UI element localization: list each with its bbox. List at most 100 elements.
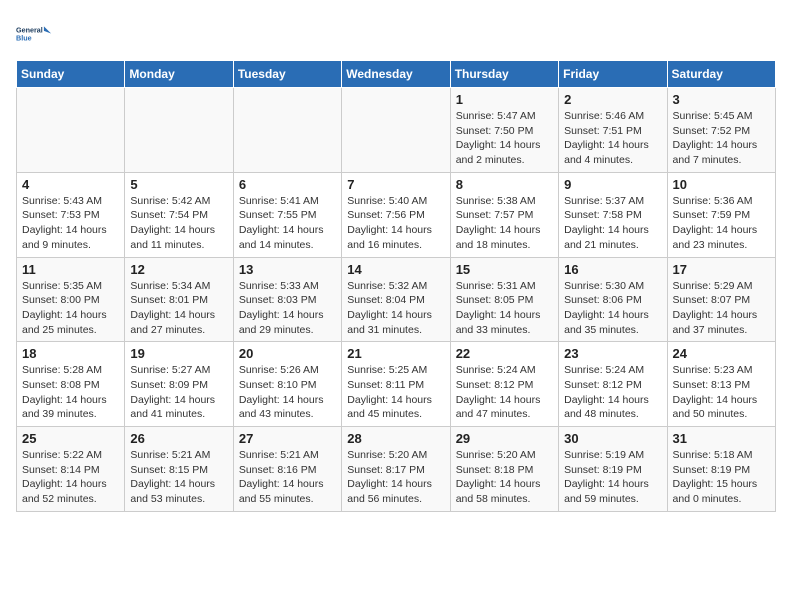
calendar-cell xyxy=(342,88,450,173)
cell-info: Sunrise: 5:26 AMSunset: 8:10 PMDaylight:… xyxy=(239,363,336,422)
cell-date: 11 xyxy=(22,262,119,277)
calendar-cell: 7 Sunrise: 5:40 AMSunset: 7:56 PMDaylight… xyxy=(342,172,450,257)
logo: GeneralBlue xyxy=(16,16,52,52)
calendar-cell: 26 Sunrise: 5:21 AMSunset: 8:15 PMDayligh… xyxy=(125,427,233,512)
calendar-cell: 12 Sunrise: 5:34 AMSunset: 8:01 PMDayligh… xyxy=(125,257,233,342)
cell-info: Sunrise: 5:30 AMSunset: 8:06 PMDaylight:… xyxy=(564,279,661,338)
calendar-cell: 1Sunrise: 5:47 AMSunset: 7:50 PMDaylight… xyxy=(450,88,558,173)
calendar-cell: 15 Sunrise: 5:31 AMSunset: 8:05 PMDayligh… xyxy=(450,257,558,342)
calendar-cell: 30Sunrise: 5:19 AMSunset: 8:19 PMDayligh… xyxy=(559,427,667,512)
calendar-cell: 14 Sunrise: 5:32 AMSunset: 8:04 PMDayligh… xyxy=(342,257,450,342)
cell-date: 4 xyxy=(22,177,119,192)
calendar-cell: 16 Sunrise: 5:30 AMSunset: 8:06 PMDayligh… xyxy=(559,257,667,342)
calendar-cell xyxy=(233,88,341,173)
cell-date: 16 xyxy=(564,262,661,277)
cell-date: 18 xyxy=(22,346,119,361)
cell-date: 7 xyxy=(347,177,444,192)
day-header: Tuesday xyxy=(233,61,341,88)
header-row: SundayMondayTuesdayWednesdayThursdayFrid… xyxy=(17,61,776,88)
cell-info: Sunrise: 5:43 AMSunset: 7:53 PMDaylight:… xyxy=(22,194,119,253)
cell-date: 19 xyxy=(130,346,227,361)
cell-date: 31 xyxy=(673,431,770,446)
calendar-row: 11 Sunrise: 5:35 AMSunset: 8:00 PMDayligh… xyxy=(17,257,776,342)
cell-info: Sunrise: 5:21 AMSunset: 8:16 PMDaylight:… xyxy=(239,448,336,507)
calendar-cell: 25Sunrise: 5:22 AMSunset: 8:14 PMDayligh… xyxy=(17,427,125,512)
cell-date: 21 xyxy=(347,346,444,361)
calendar-cell xyxy=(125,88,233,173)
cell-date: 3 xyxy=(673,92,770,107)
calendar-cell: 6 Sunrise: 5:41 AMSunset: 7:55 PMDaylight… xyxy=(233,172,341,257)
day-header: Saturday xyxy=(667,61,775,88)
cell-date: 27 xyxy=(239,431,336,446)
cell-info: Sunrise: 5:31 AMSunset: 8:05 PMDaylight:… xyxy=(456,279,553,338)
calendar-cell: 9 Sunrise: 5:37 AMSunset: 7:58 PMDaylight… xyxy=(559,172,667,257)
cell-date: 23 xyxy=(564,346,661,361)
cell-date: 2 xyxy=(564,92,661,107)
cell-date: 15 xyxy=(456,262,553,277)
cell-info: Sunrise: 5:24 AMSunset: 8:12 PMDaylight:… xyxy=(456,363,553,422)
cell-date: 22 xyxy=(456,346,553,361)
cell-info: Sunrise: 5:38 AMSunset: 7:57 PMDaylight:… xyxy=(456,194,553,253)
calendar-cell: 27 Sunrise: 5:21 AMSunset: 8:16 PMDayligh… xyxy=(233,427,341,512)
cell-info: Sunrise: 5:35 AMSunset: 8:00 PMDaylight:… xyxy=(22,279,119,338)
cell-info: Sunrise: 5:27 AMSunset: 8:09 PMDaylight:… xyxy=(130,363,227,422)
svg-text:Blue: Blue xyxy=(16,34,32,43)
svg-text:General: General xyxy=(16,26,43,35)
calendar-cell: 10Sunrise: 5:36 AMSunset: 7:59 PMDayligh… xyxy=(667,172,775,257)
cell-info: Sunrise: 5:42 AMSunset: 7:54 PMDaylight:… xyxy=(130,194,227,253)
calendar-cell: 22 Sunrise: 5:24 AMSunset: 8:12 PMDayligh… xyxy=(450,342,558,427)
day-header: Wednesday xyxy=(342,61,450,88)
logo-icon: GeneralBlue xyxy=(16,16,52,52)
calendar-cell: 31 Sunrise: 5:18 AMSunset: 8:19 PMDayligh… xyxy=(667,427,775,512)
cell-date: 29 xyxy=(456,431,553,446)
calendar-row: 4 Sunrise: 5:43 AMSunset: 7:53 PMDaylight… xyxy=(17,172,776,257)
cell-info: Sunrise: 5:45 AMSunset: 7:52 PMDaylight:… xyxy=(673,109,770,168)
cell-date: 5 xyxy=(130,177,227,192)
calendar-row: 18 Sunrise: 5:28 AMSunset: 8:08 PMDayligh… xyxy=(17,342,776,427)
cell-info: Sunrise: 5:21 AMSunset: 8:15 PMDaylight:… xyxy=(130,448,227,507)
cell-info: Sunrise: 5:18 AMSunset: 8:19 PMDaylight:… xyxy=(673,448,770,507)
calendar-cell: 4 Sunrise: 5:43 AMSunset: 7:53 PMDaylight… xyxy=(17,172,125,257)
cell-info: Sunrise: 5:29 AMSunset: 8:07 PMDaylight:… xyxy=(673,279,770,338)
calendar-cell: 24 Sunrise: 5:23 AMSunset: 8:13 PMDayligh… xyxy=(667,342,775,427)
cell-date: 8 xyxy=(456,177,553,192)
cell-info: Sunrise: 5:24 AMSunset: 8:12 PMDaylight:… xyxy=(564,363,661,422)
cell-info: Sunrise: 5:37 AMSunset: 7:58 PMDaylight:… xyxy=(564,194,661,253)
cell-date: 24 xyxy=(673,346,770,361)
calendar-cell: 20 Sunrise: 5:26 AMSunset: 8:10 PMDayligh… xyxy=(233,342,341,427)
calendar-cell: 17 Sunrise: 5:29 AMSunset: 8:07 PMDayligh… xyxy=(667,257,775,342)
calendar-cell: 5 Sunrise: 5:42 AMSunset: 7:54 PMDaylight… xyxy=(125,172,233,257)
cell-info: Sunrise: 5:41 AMSunset: 7:55 PMDaylight:… xyxy=(239,194,336,253)
calendar-cell: 11 Sunrise: 5:35 AMSunset: 8:00 PMDayligh… xyxy=(17,257,125,342)
calendar-cell xyxy=(17,88,125,173)
cell-date: 30 xyxy=(564,431,661,446)
calendar-table: SundayMondayTuesdayWednesdayThursdayFrid… xyxy=(16,60,776,512)
cell-date: 14 xyxy=(347,262,444,277)
cell-date: 20 xyxy=(239,346,336,361)
cell-date: 10 xyxy=(673,177,770,192)
cell-info: Sunrise: 5:28 AMSunset: 8:08 PMDaylight:… xyxy=(22,363,119,422)
cell-date: 28 xyxy=(347,431,444,446)
day-header: Sunday xyxy=(17,61,125,88)
cell-info: Sunrise: 5:33 AMSunset: 8:03 PMDaylight:… xyxy=(239,279,336,338)
page-header: GeneralBlue xyxy=(16,16,776,52)
cell-info: Sunrise: 5:20 AMSunset: 8:17 PMDaylight:… xyxy=(347,448,444,507)
cell-info: Sunrise: 5:47 AMSunset: 7:50 PMDaylight:… xyxy=(456,109,553,168)
cell-date: 12 xyxy=(130,262,227,277)
calendar-cell: 18 Sunrise: 5:28 AMSunset: 8:08 PMDayligh… xyxy=(17,342,125,427)
cell-info: Sunrise: 5:23 AMSunset: 8:13 PMDaylight:… xyxy=(673,363,770,422)
cell-date: 9 xyxy=(564,177,661,192)
cell-info: Sunrise: 5:46 AMSunset: 7:51 PMDaylight:… xyxy=(564,109,661,168)
calendar-cell: 19 Sunrise: 5:27 AMSunset: 8:09 PMDayligh… xyxy=(125,342,233,427)
cell-date: 17 xyxy=(673,262,770,277)
calendar-cell: 2 Sunrise: 5:46 AMSunset: 7:51 PMDaylight… xyxy=(559,88,667,173)
calendar-cell: 21 Sunrise: 5:25 AMSunset: 8:11 PMDayligh… xyxy=(342,342,450,427)
cell-info: Sunrise: 5:40 AMSunset: 7:56 PMDaylight:… xyxy=(347,194,444,253)
cell-date: 6 xyxy=(239,177,336,192)
cell-info: Sunrise: 5:34 AMSunset: 8:01 PMDaylight:… xyxy=(130,279,227,338)
cell-info: Sunrise: 5:25 AMSunset: 8:11 PMDaylight:… xyxy=(347,363,444,422)
cell-date: 26 xyxy=(130,431,227,446)
cell-date: 25 xyxy=(22,431,119,446)
cell-date: 13 xyxy=(239,262,336,277)
cell-info: Sunrise: 5:32 AMSunset: 8:04 PMDaylight:… xyxy=(347,279,444,338)
